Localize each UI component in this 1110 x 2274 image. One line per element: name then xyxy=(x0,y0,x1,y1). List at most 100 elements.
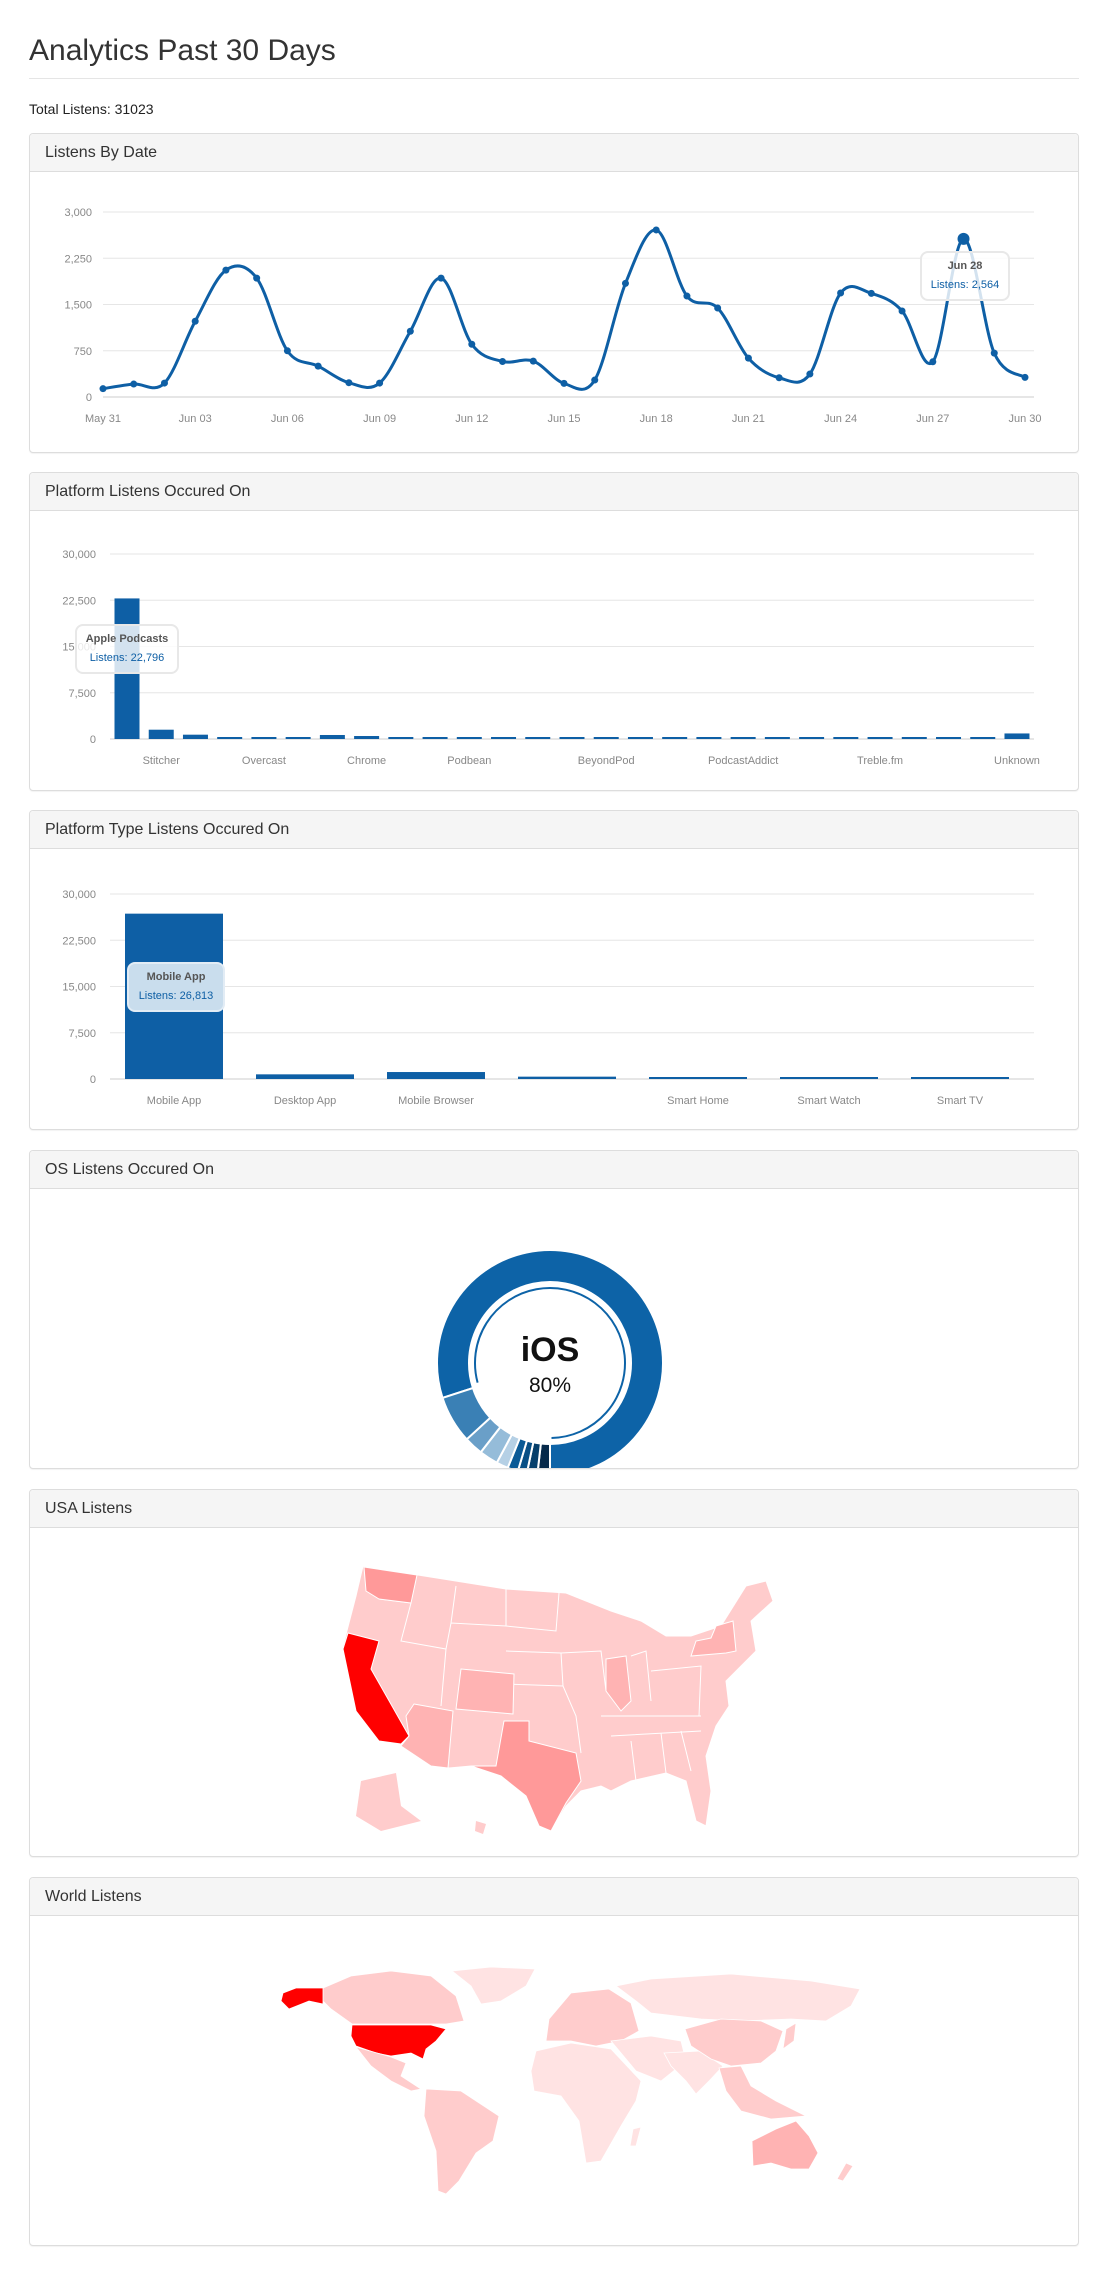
y-tick-label: 7,500 xyxy=(68,1028,96,1040)
bar xyxy=(217,737,243,739)
region-europe[interactable] xyxy=(545,1988,640,2047)
x-tick-label: Overcast xyxy=(242,755,286,767)
bar xyxy=(285,737,311,739)
bar xyxy=(696,737,722,739)
x-tick-label: PodcastAddict xyxy=(708,755,778,767)
bar xyxy=(559,737,585,739)
data-point xyxy=(837,289,845,297)
total-listens-label: Total Listens: xyxy=(29,101,111,117)
x-tick-label: Jun 27 xyxy=(916,413,949,425)
os-donut-chart[interactable]: iOS 80% xyxy=(30,1189,1078,1478)
country-madagascar[interactable] xyxy=(629,2126,642,2147)
y-tick-label: 0 xyxy=(90,1074,96,1086)
tooltip-title: Apple Podcasts xyxy=(85,633,169,645)
y-tick-label: 30,000 xyxy=(62,889,96,901)
x-tick-label: BeyondPod xyxy=(578,755,635,767)
platform-chart[interactable]: 07,50015,00022,50030,000StitcherOvercast… xyxy=(30,511,1078,790)
tooltip-value: Listens: 22,796 xyxy=(89,652,165,664)
platform-panel: Platform Listens Occured On 07,50015,000… xyxy=(29,472,1079,791)
x-tick-label: Smart TV xyxy=(937,1095,984,1107)
x-tick-label: Smart Watch xyxy=(797,1095,860,1107)
bar xyxy=(456,737,482,739)
listens-by-date-chart[interactable]: 0 750 1,500 2,250 3,000 May 31 Jun 03 Jun 06 Jun… xyxy=(30,172,1078,452)
country-russia[interactable] xyxy=(615,1973,861,2022)
data-point xyxy=(499,357,507,365)
x-tick-label: Jun 18 xyxy=(640,413,673,425)
country-alaska[interactable] xyxy=(280,1987,324,2010)
state-hawaii[interactable] xyxy=(475,1821,486,1834)
x-tick-label: Jun 03 xyxy=(179,413,212,425)
data-point xyxy=(314,362,322,370)
y-tick-label: 30,000 xyxy=(62,549,96,561)
data-point xyxy=(345,379,353,387)
data-point xyxy=(591,376,599,384)
y-tick-label: 22,500 xyxy=(62,935,96,947)
x-tick-label: Podbean xyxy=(447,755,491,767)
os-panel: OS Listens Occured On iOS 80% xyxy=(29,1150,1079,1478)
panel-title: Platform Type Listens Occured On xyxy=(30,811,1078,849)
x-tick-label: Jun 15 xyxy=(547,413,580,425)
region-africa[interactable] xyxy=(530,2042,642,2164)
total-listens: Total Listens: 31023 xyxy=(29,101,154,117)
bar xyxy=(387,1072,485,1079)
bar xyxy=(593,737,619,739)
region-south-america[interactable] xyxy=(423,2088,500,2195)
bar xyxy=(799,737,825,739)
state-alaska[interactable] xyxy=(356,1773,421,1831)
y-tick-label: 0 xyxy=(86,392,92,404)
region-southeast-asia[interactable] xyxy=(718,2065,808,2120)
usa-map[interactable] xyxy=(301,1541,801,1841)
bar xyxy=(901,737,927,739)
panel-title: OS Listens Occured On xyxy=(30,1151,1078,1189)
bar xyxy=(148,729,174,739)
data-point xyxy=(898,307,906,315)
country-australia[interactable] xyxy=(751,2120,819,2170)
bar xyxy=(319,734,345,739)
bar xyxy=(491,737,517,739)
data-point xyxy=(99,385,107,393)
bar xyxy=(627,737,653,739)
x-tick-label: Stitcher xyxy=(143,755,181,767)
data-point xyxy=(806,370,814,378)
data-point xyxy=(714,304,722,312)
bar xyxy=(1004,733,1030,739)
bar xyxy=(780,1077,878,1079)
state-colorado[interactable] xyxy=(455,1668,515,1715)
page-title: Analytics Past 30 Days xyxy=(29,34,336,67)
country-greenland[interactable] xyxy=(450,1966,536,2005)
data-point xyxy=(529,357,537,365)
bar xyxy=(833,737,859,739)
y-tick-label: 1,500 xyxy=(64,300,92,312)
data-point xyxy=(253,274,261,282)
x-tick-label: Jun 09 xyxy=(363,413,396,425)
world-map[interactable] xyxy=(231,1941,881,2201)
data-point xyxy=(191,317,199,325)
world-panel: World Listens xyxy=(29,1877,1079,2246)
listens-by-date-panel: Listens By Date 0 750 1,500 2,250 3,000 May 3… xyxy=(29,133,1079,453)
bar xyxy=(354,736,380,739)
x-tick-label: Unknown xyxy=(994,755,1040,767)
tooltip-title: Jun 28 xyxy=(947,260,983,272)
data-point xyxy=(775,374,783,382)
bar xyxy=(422,737,448,739)
y-tick-label: 2,250 xyxy=(64,253,92,265)
bar xyxy=(251,737,277,739)
bar xyxy=(867,737,893,739)
x-tick-label: Smart Home xyxy=(667,1095,729,1107)
y-tick-label: 22,500 xyxy=(62,595,96,607)
y-tick-label: 3,000 xyxy=(64,207,92,219)
x-tick-label: Jun 12 xyxy=(455,413,488,425)
country-canada[interactable] xyxy=(322,1970,465,2025)
usa-panel: USA Listens xyxy=(29,1489,1079,1857)
tooltip-value: Listens: 2,564 xyxy=(930,279,1000,291)
data-point xyxy=(283,347,291,355)
data-point xyxy=(929,358,937,366)
country-japan[interactable] xyxy=(782,2022,797,2050)
donut-center-value: 80% xyxy=(529,1374,571,1397)
state-arizona[interactable] xyxy=(400,1703,454,1769)
data-point xyxy=(652,226,660,234)
panel-title: Platform Listens Occured On xyxy=(30,473,1078,511)
data-point xyxy=(468,340,476,348)
country-new-zealand[interactable] xyxy=(836,2162,854,2182)
data-point xyxy=(621,279,629,287)
